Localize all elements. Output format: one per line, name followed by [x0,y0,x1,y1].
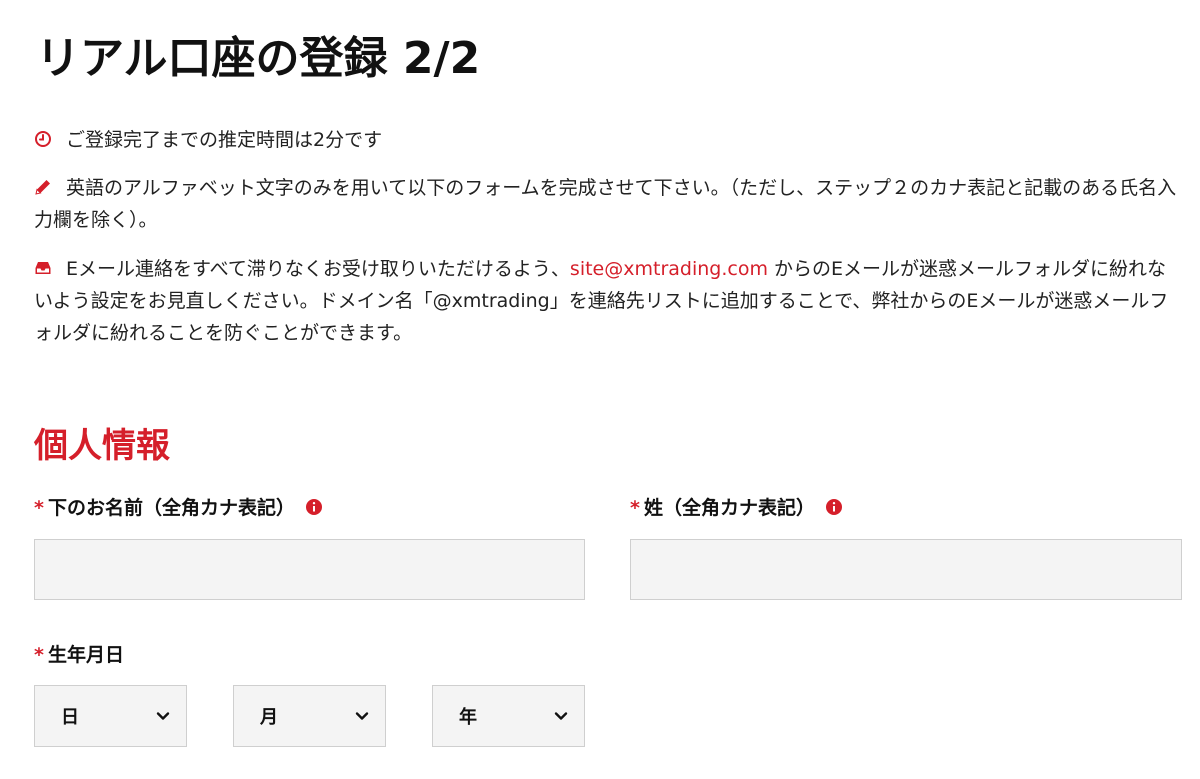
chevron-down-icon [156,712,170,720]
chevron-down-icon [355,712,369,720]
required-mark: * [34,644,44,666]
date-of-birth-label-text: 生年月日 [47,644,124,666]
last-name-label: * 姓（全角カナ表記） [630,495,843,521]
birth-year-value: 年 [459,707,477,728]
last-name-input[interactable] [630,539,1182,600]
section-title-personal-info: 個人情報 [34,426,170,466]
email-note-before: Eメール連絡をすべて滞りなくお受け取りいただけるよう、 [66,258,570,280]
page-title: リアル口座の登録 2/2 [36,33,481,84]
registration-page: リアル口座の登録 2/2 ご登録完了までの推定時間は2分です 英語のアルファベッ… [0,0,1200,779]
pencil-icon [34,178,52,196]
birth-day-value: 日 [61,707,79,728]
chevron-down-icon [554,712,568,720]
clock-icon [34,130,52,148]
birth-day-select[interactable]: 日 [34,685,187,747]
english-only-note: 英語のアルファベット文字のみを用いて以下のフォームを完成させて下さい。（ただし、… [34,172,1180,236]
first-name-input[interactable] [34,539,585,600]
support-email-link[interactable]: site@xmtrading.com [570,258,768,280]
required-mark: * [630,497,640,519]
inbox-icon [34,259,52,277]
birth-month-select[interactable]: 月 [233,685,386,747]
first-name-label: * 下のお名前（全角カナ表記） [34,495,323,521]
required-mark: * [34,497,44,519]
estimate-time-note: ご登録完了までの推定時間は2分です [34,124,1180,156]
date-of-birth-label: * 生年月日 [34,642,124,668]
last-name-label-text: 姓（全角カナ表記） [643,497,815,519]
email-note: Eメール連絡をすべて滞りなくお受け取りいただけるよう、site@xmtradin… [34,253,1180,349]
birth-month-value: 月 [260,707,278,728]
birth-year-select[interactable]: 年 [432,685,585,747]
english-only-text: 英語のアルファベット文字のみを用いて以下のフォームを完成させて下さい。（ただし、… [34,177,1177,231]
first-name-label-text: 下のお名前（全角カナ表記） [47,497,295,519]
info-icon[interactable] [305,498,323,516]
estimate-time-text: ご登録完了までの推定時間は2分です [66,129,383,151]
info-icon[interactable] [825,498,843,516]
